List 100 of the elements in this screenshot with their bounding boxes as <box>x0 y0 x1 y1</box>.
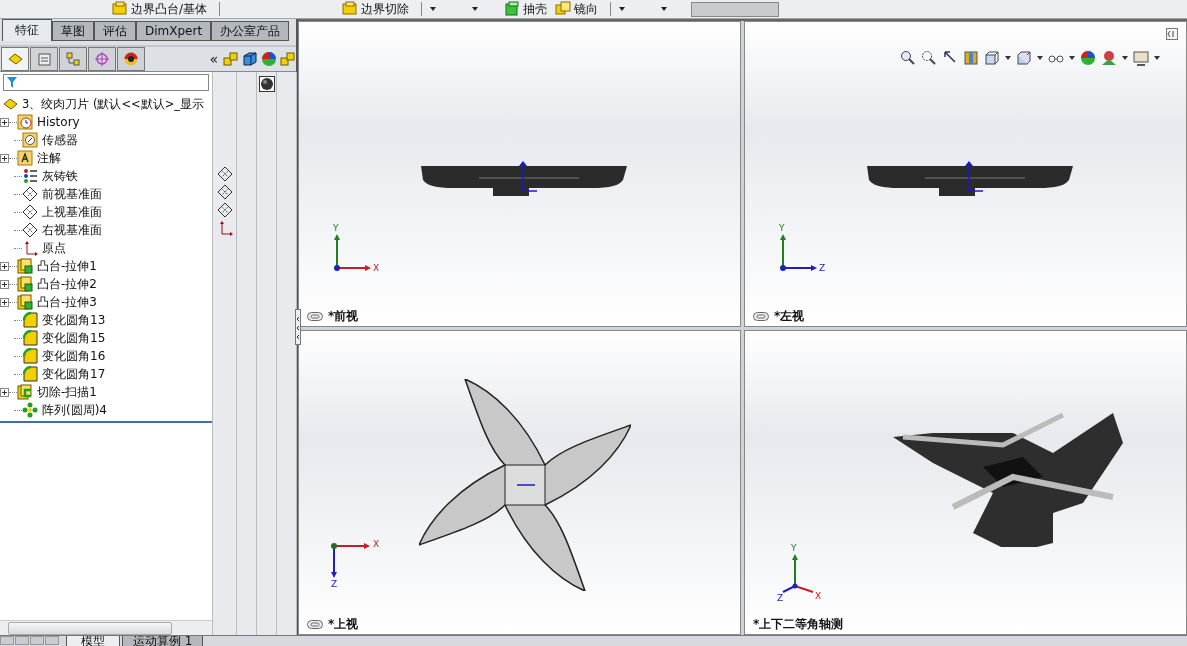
viewport[interactable]: X Z *上视 <box>298 329 741 635</box>
plane-icon <box>22 204 38 220</box>
extrude-feature-icon <box>17 294 33 310</box>
dropdown-arrow-icon[interactable] <box>430 7 437 11</box>
tab[interactable]: 运动算例 1 <box>122 636 204 646</box>
clock-folder-icon <box>17 114 33 130</box>
plane-icon <box>22 186 38 202</box>
pane-splitter-icon[interactable] <box>295 309 301 345</box>
expand-icon[interactable] <box>0 387 9 397</box>
plane-icon <box>216 166 233 182</box>
color-ball-icon[interactable] <box>1080 50 1096 66</box>
tree-item[interactable]: 上视基准面 <box>42 203 102 221</box>
tab[interactable]: DimXpert <box>136 21 212 41</box>
toolbar-button[interactable]: 镜向 <box>551 0 603 18</box>
tree-item[interactable]: 3、绞肉刀片 (默认<<默认>_显示 <box>22 96 205 112</box>
tree-item[interactable]: 右视基准面 <box>42 221 102 239</box>
dropdown-arrow-icon[interactable] <box>1069 56 1075 60</box>
tree-item[interactable]: 凸台-拉伸3 <box>37 293 97 311</box>
expand-icon[interactable] <box>0 153 9 163</box>
sweep-cut-feature-icon <box>17 384 33 400</box>
tree-item[interactable]: 传感器 <box>42 131 78 149</box>
fillet-feature-icon <box>22 312 38 328</box>
view-orientation-icon[interactable] <box>984 50 1000 66</box>
dropdown-arrow-icon[interactable] <box>1037 56 1043 60</box>
tree-item[interactable]: 灰铸铁 <box>42 167 78 185</box>
tree-item[interactable]: 变化圆角13 <box>42 311 106 329</box>
part-icon <box>2 96 18 112</box>
material-list-icon <box>22 168 38 184</box>
axis-label: X <box>373 540 380 549</box>
toolbar-button[interactable]: 边界切除 <box>338 0 414 18</box>
collapse-button[interactable]: « <box>209 51 218 67</box>
dropdown-arrow-icon[interactable] <box>661 7 668 11</box>
link-icon[interactable] <box>307 620 323 629</box>
tab[interactable]: 办公室产品 <box>211 21 290 41</box>
tree-item[interactable]: 变化圆角17 <box>42 365 106 383</box>
fillet-feature-icon <box>22 366 38 382</box>
tab[interactable]: 特征 <box>2 19 52 41</box>
link-icon[interactable] <box>753 311 769 321</box>
color-ball-icon <box>123 51 139 67</box>
expand-icon[interactable] <box>0 261 9 271</box>
toolbar-button[interactable] <box>691 1 780 17</box>
viewport-label: *上视 <box>328 616 359 633</box>
monitor-icon[interactable] <box>1133 50 1149 66</box>
tree-item[interactable]: 注解 <box>37 149 61 167</box>
cube-icon[interactable] <box>1016 50 1032 66</box>
toolbar-button[interactable]: 边界凸台/基体 <box>108 0 212 18</box>
dropdown-arrow-icon[interactable] <box>472 7 479 11</box>
cube-icon[interactable] <box>242 51 258 67</box>
expand-icon[interactable] <box>0 117 9 127</box>
tree-item[interactable]: 原点 <box>42 239 66 257</box>
viewport[interactable]: Y X *前视 <box>298 21 741 327</box>
tab[interactable]: 模型 <box>66 636 120 646</box>
extrude-feature-icon <box>17 258 33 274</box>
axis-label: X <box>373 263 380 273</box>
restore-views-icon[interactable] <box>1166 28 1178 40</box>
folder-cube-icon <box>555 1 572 17</box>
dropdown-arrow-icon[interactable] <box>1005 56 1011 60</box>
viewport-label: *前视 <box>328 307 359 325</box>
extrude-feature-icon <box>17 276 33 292</box>
axis-label: Z <box>819 263 826 273</box>
filter-icon <box>7 77 17 88</box>
link-icon[interactable] <box>307 311 323 321</box>
panel-tab[interactable] <box>117 47 145 71</box>
tab[interactable]: 评估 <box>94 21 136 41</box>
fillet-feature-icon <box>22 348 38 364</box>
axis-label: Y <box>779 223 785 233</box>
viewport[interactable]: Y Z *左视 <box>744 21 1187 327</box>
circular-pattern-icon <box>22 402 38 418</box>
cube-icon <box>504 1 521 17</box>
horizontal-scrollbar[interactable] <box>0 620 212 635</box>
color-ball-icon[interactable] <box>261 51 277 67</box>
tree-item[interactable]: 阵列(圆周)4 <box>42 401 107 419</box>
tree-item[interactable]: History <box>37 115 80 129</box>
assembly-icon[interactable] <box>280 51 296 67</box>
axis-label: Z <box>331 580 338 589</box>
plane-icon <box>216 202 233 218</box>
folder-cube-icon <box>342 1 359 17</box>
axis-label: X <box>815 592 822 601</box>
plane-icon <box>216 184 233 200</box>
filter-field[interactable] <box>3 74 209 91</box>
tab[interactable]: 草图 <box>52 21 94 41</box>
tree-item[interactable]: 变化圆角16 <box>42 347 106 365</box>
dropdown-arrow-icon[interactable] <box>1122 56 1128 60</box>
tree-item[interactable]: 凸台-拉伸1 <box>37 257 97 275</box>
zoom-area-icon[interactable] <box>921 50 937 66</box>
toolbar-button[interactable]: 抽壳 <box>500 0 552 18</box>
section-icon[interactable] <box>963 50 979 66</box>
scene-icon[interactable] <box>1101 50 1117 66</box>
expand-icon[interactable] <box>0 297 9 307</box>
expand-icon[interactable] <box>0 279 9 289</box>
dropdown-arrow-icon[interactable] <box>619 7 626 11</box>
folder-cube-icon <box>112 1 128 17</box>
tree-item[interactable]: 切除-扫描1 <box>37 383 97 401</box>
viewport[interactable]: Y Z X *上下二等角轴测 <box>744 329 1187 635</box>
tree-item[interactable]: 凸台-拉伸2 <box>37 275 97 293</box>
tree-item[interactable]: 前视基准面 <box>42 185 102 203</box>
plane-icon <box>22 222 38 238</box>
tree-item[interactable]: 变化圆角15 <box>42 329 106 347</box>
dropdown-arrow-icon[interactable] <box>1154 56 1160 60</box>
zoom-icon[interactable] <box>900 50 916 66</box>
